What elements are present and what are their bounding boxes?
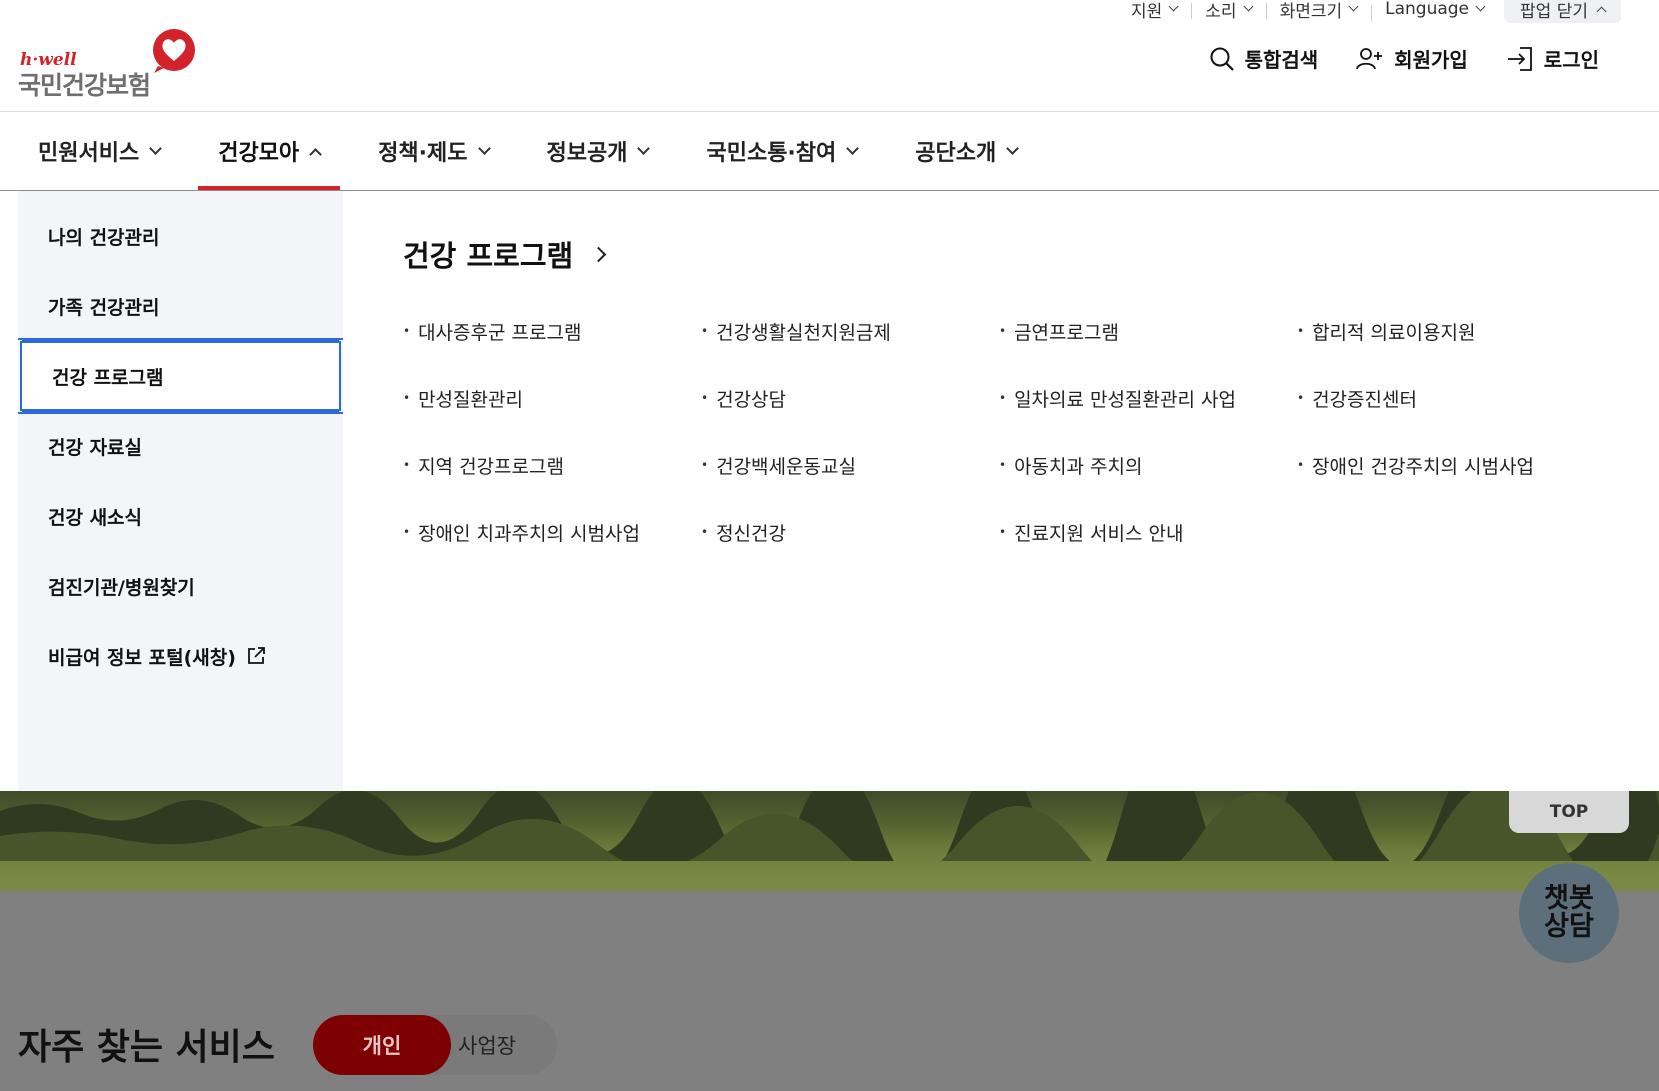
- chatbot-line1: 챗봇: [1544, 883, 1594, 914]
- panel-title: 건강 프로그램: [403, 239, 574, 273]
- chevron-up-icon: [1596, 6, 1607, 16]
- chevron-down-icon: [1348, 1, 1359, 12]
- search-icon: [1210, 47, 1234, 71]
- panel-title-link[interactable]: 건강 프로그램: [403, 233, 607, 275]
- util-screen-size[interactable]: 화면크기: [1265, 0, 1372, 22]
- signup-button[interactable]: 회원가입: [1356, 44, 1468, 73]
- submenu-link[interactable]: 장애인 건강주치의 시범사업: [1297, 450, 1595, 480]
- gnb-civil-service[interactable]: 민원서비스: [18, 112, 180, 190]
- lnb-label: 나의 건강관리: [48, 226, 160, 249]
- lnb-health-program[interactable]: 건강 프로그램: [18, 338, 343, 414]
- submenu-link[interactable]: 만성질환관리: [403, 383, 701, 413]
- chevron-down-icon: [1006, 141, 1020, 155]
- heart-icon: [153, 29, 195, 73]
- chatbot-line2: 상담: [1544, 911, 1594, 942]
- submenu-links: 대사증후군 프로그램 건강생활실천지원금제 금연프로그램 합리적 의료이용지원 …: [403, 316, 1595, 547]
- gnb-about[interactable]: 공단소개: [895, 112, 1037, 190]
- submenu-link[interactable]: 건강백세운동교실: [701, 450, 999, 480]
- chevron-down-icon: [149, 141, 163, 155]
- submenu-link[interactable]: 아동치과 주치의: [999, 450, 1297, 480]
- gnb-label: 공단소개: [915, 141, 997, 166]
- submenu-link[interactable]: 금연프로그램: [999, 316, 1297, 346]
- chevron-down-icon: [477, 141, 491, 155]
- login-button[interactable]: 로그인: [1506, 44, 1599, 73]
- lnb-find-hospital[interactable]: 검진기관/병원찾기: [18, 551, 343, 621]
- chevron-right-icon: [590, 246, 607, 262]
- signup-label: 회원가입: [1394, 48, 1468, 72]
- frequent-services-title: 자주 찾는 서비스: [18, 1027, 275, 1068]
- mega-menu: 나의 건강관리 가족 건강관리 건강 프로그램 건강 자료실 건강 새소식 검진…: [0, 191, 1659, 791]
- gnb-health-moa[interactable]: 건강모아: [198, 112, 341, 190]
- util-language-label: Language: [1385, 0, 1470, 19]
- gnb-label: 정책·제도: [378, 141, 468, 166]
- service-type-toggle: 개인 사업장: [313, 1015, 557, 1075]
- gnb-label: 정보공개: [546, 141, 628, 166]
- chevron-down-icon: [637, 141, 651, 155]
- forest-image: [0, 791, 1659, 861]
- chevron-down-icon: [1243, 1, 1254, 12]
- util-support[interactable]: 지원: [1117, 0, 1191, 22]
- gnb-policy[interactable]: 정책·제도: [358, 112, 508, 190]
- submenu-link[interactable]: 건강증진센터: [1297, 383, 1595, 413]
- lnb-label: 검진기관/병원찾기: [48, 576, 195, 599]
- util-screen-size-label: 화면크기: [1279, 1, 1343, 22]
- site-logo[interactable]: h·well 국민건강보험: [18, 28, 198, 100]
- tab-business[interactable]: 사업장: [458, 1015, 516, 1075]
- external-link-icon: [248, 647, 265, 664]
- header-actions: 통합검색 회원가입 로그인: [1209, 44, 1599, 73]
- lnb-health-library[interactable]: 건강 자료실: [18, 411, 343, 481]
- add-user-icon: [1356, 47, 1383, 69]
- lnb-label: 건강 프로그램: [52, 366, 164, 389]
- submenu-link[interactable]: 장애인 치과주치의 시범사업: [403, 517, 701, 547]
- submenu-link[interactable]: 지역 건강프로그램: [403, 450, 701, 480]
- util-language[interactable]: Language: [1371, 0, 1498, 21]
- gnb-info-disclosure[interactable]: 정보공개: [527, 112, 669, 190]
- lnb-health-news[interactable]: 건강 새소식: [18, 481, 343, 551]
- scroll-top-button[interactable]: TOP: [1509, 791, 1629, 833]
- submenu-link[interactable]: 건강생활실천지원금제: [701, 316, 999, 346]
- lnb-noncovered-portal[interactable]: 비급여 정보 포털(새창): [18, 621, 343, 691]
- lnb-label: 건강 자료실: [48, 436, 143, 459]
- login-icon: [1507, 46, 1532, 71]
- chatbot-button[interactable]: 챗봇 상담: [1519, 863, 1619, 963]
- util-support-label: 지원: [1131, 1, 1163, 22]
- popup-close-button[interactable]: 팝업 닫기: [1504, 0, 1621, 23]
- local-nav: 나의 건강관리 가족 건강관리 건강 프로그램 건강 자료실 건강 새소식 검진…: [18, 191, 343, 791]
- chevron-down-icon: [1475, 1, 1486, 12]
- gnb-communication[interactable]: 국민소통·참여: [686, 112, 877, 190]
- submenu-link[interactable]: 합리적 의료이용지원: [1297, 316, 1595, 346]
- utility-bar: 지원 소리 화면크기 Language 팝업 닫기: [1117, 0, 1659, 24]
- chatbot-label: 챗봇 상담: [1544, 885, 1594, 941]
- search-label: 통합검색: [1244, 48, 1319, 72]
- submenu-link[interactable]: 대사증후군 프로그램: [403, 316, 701, 346]
- chevron-up-icon: [309, 147, 323, 161]
- util-sound[interactable]: 소리: [1191, 0, 1265, 22]
- submenu-link[interactable]: 건강상담: [701, 383, 999, 413]
- gnb-label: 건강모아: [218, 141, 300, 166]
- lnb-label: 건강 새소식: [48, 506, 143, 529]
- chevron-down-icon: [1168, 1, 1179, 12]
- global-nav: 민원서비스 건강모아 정책·제도 정보공개 국민소통·참여 공단소개: [18, 112, 1055, 190]
- lnb-my-health[interactable]: 나의 건강관리: [18, 201, 343, 271]
- submenu-link[interactable]: 정신건강: [701, 517, 999, 547]
- gnb-label: 민원서비스: [38, 141, 140, 166]
- submenu-link[interactable]: 일차의료 만성질환관리 사업: [999, 383, 1297, 413]
- search-button[interactable]: 통합검색: [1209, 44, 1319, 73]
- gnb-label: 국민소통·참여: [706, 141, 837, 166]
- logo-name: 국민건강보험: [18, 71, 151, 100]
- lnb-label: 비급여 정보 포털(새창): [48, 646, 236, 669]
- lnb-label: 가족 건강관리: [48, 296, 160, 319]
- hero-image: [0, 791, 1659, 891]
- login-label: 로그인: [1543, 48, 1599, 72]
- chevron-down-icon: [846, 141, 860, 155]
- lnb-family-health[interactable]: 가족 건강관리: [18, 271, 343, 341]
- tab-personal[interactable]: 개인: [313, 1015, 451, 1075]
- popup-close-label: 팝업 닫기: [1520, 1, 1588, 22]
- util-sound-label: 소리: [1205, 1, 1237, 22]
- submenu-link[interactable]: 진료지원 서비스 안내: [999, 517, 1297, 547]
